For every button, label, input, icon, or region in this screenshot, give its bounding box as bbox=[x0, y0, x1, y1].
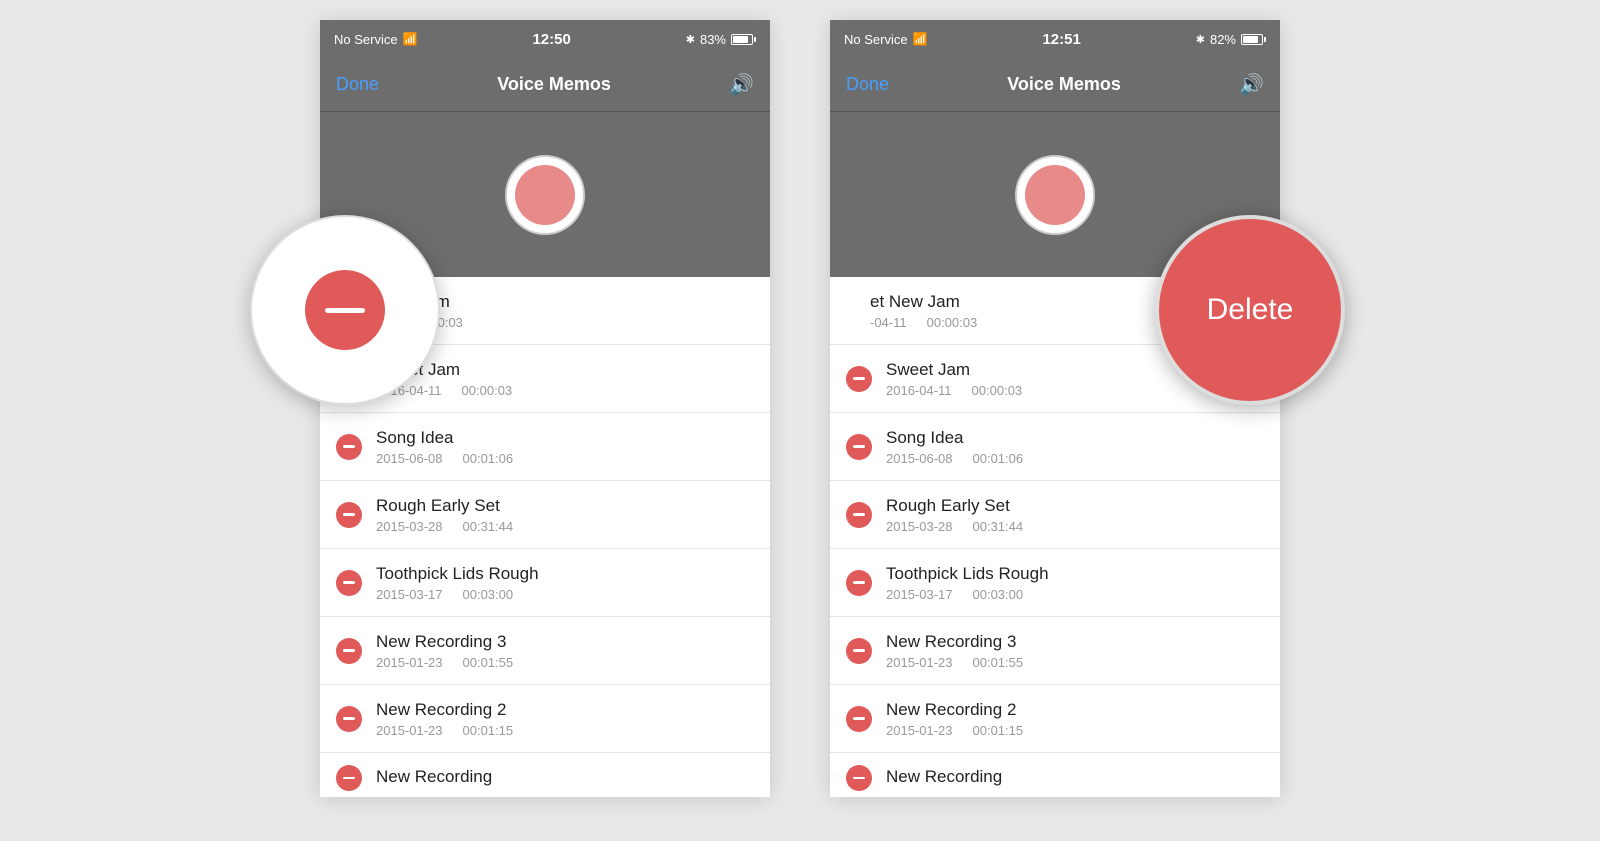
delete-overlay-right[interactable]: Delete bbox=[1155, 215, 1345, 405]
battery-pct-left: 83% bbox=[700, 32, 726, 47]
list-item[interactable]: Toothpick Lids Rough 2015-03-1700:03:00 bbox=[320, 549, 770, 617]
minus-button[interactable] bbox=[336, 570, 362, 596]
list-item[interactable]: Rough Early Set 2015-03-2800:31:44 bbox=[830, 481, 1280, 549]
status-bar-right: No Service 📶 12:51 ✱ 82% bbox=[830, 20, 1280, 58]
nav-bar-right: Done Voice Memos 🔊 bbox=[830, 58, 1280, 112]
minus-button[interactable] bbox=[846, 765, 872, 791]
battery-icon-right bbox=[1241, 34, 1266, 45]
carrier-right: No Service bbox=[844, 32, 908, 47]
minus-button[interactable] bbox=[846, 366, 872, 392]
time-right: 12:51 bbox=[1042, 31, 1080, 48]
nav-title-left: Voice Memos bbox=[497, 74, 611, 95]
record-inner-right bbox=[1025, 165, 1085, 225]
done-button-right[interactable]: Done bbox=[846, 74, 889, 95]
list-item[interactable]: Toothpick Lids Rough 2015-03-1700:03:00 bbox=[830, 549, 1280, 617]
page-wrapper: No Service 📶 12:50 ✱ 83% Done Voice Memo… bbox=[0, 0, 1600, 841]
wifi-icon-right: 📶 bbox=[913, 32, 928, 46]
nav-title-right: Voice Memos bbox=[1007, 74, 1121, 95]
left-phone: No Service 📶 12:50 ✱ 83% Done Voice Memo… bbox=[320, 20, 770, 797]
carrier-left: No Service bbox=[334, 32, 398, 47]
minus-button[interactable] bbox=[336, 765, 362, 791]
battery-pct-right: 82% bbox=[1210, 32, 1236, 47]
speaker-icon-right[interactable]: 🔊 bbox=[1239, 72, 1264, 97]
status-bar-left: No Service 📶 12:50 ✱ 83% bbox=[320, 20, 770, 58]
minus-button[interactable] bbox=[336, 434, 362, 460]
list-item-partial[interactable]: New Recording bbox=[830, 753, 1280, 797]
minus-button[interactable] bbox=[336, 502, 362, 528]
record-button-right[interactable] bbox=[1015, 155, 1095, 235]
list-item[interactable]: New Recording 2 2015-01-2300:01:15 bbox=[830, 685, 1280, 753]
minus-button[interactable] bbox=[846, 502, 872, 528]
list-item[interactable]: New Recording 2 2015-01-2300:01:15 bbox=[320, 685, 770, 753]
minus-button[interactable] bbox=[846, 434, 872, 460]
list-item[interactable]: Song Idea 2015-06-0800:01:06 bbox=[830, 413, 1280, 481]
list-item[interactable]: Rough Early Set 2015-03-2800:31:44 bbox=[320, 481, 770, 549]
bluetooth-icon-left: ✱ bbox=[686, 33, 695, 46]
list-item[interactable]: New Recording 3 2015-01-2300:01:55 bbox=[830, 617, 1280, 685]
delete-label: Delete bbox=[1207, 293, 1294, 327]
minus-button[interactable] bbox=[846, 638, 872, 664]
wifi-icon-left: 📶 bbox=[403, 32, 418, 46]
done-button-left[interactable]: Done bbox=[336, 74, 379, 95]
minus-button[interactable] bbox=[846, 706, 872, 732]
nav-bar-left: Done Voice Memos 🔊 bbox=[320, 58, 770, 112]
record-inner-left bbox=[515, 165, 575, 225]
minus-button[interactable] bbox=[846, 570, 872, 596]
minus-button[interactable] bbox=[336, 706, 362, 732]
list-item[interactable]: New Recording 3 2015-01-2300:01:55 bbox=[320, 617, 770, 685]
speaker-icon-left[interactable]: 🔊 bbox=[729, 72, 754, 97]
magnify-overlay-left bbox=[250, 215, 440, 405]
record-button-left[interactable] bbox=[505, 155, 585, 235]
bluetooth-icon-right: ✱ bbox=[1196, 33, 1205, 46]
list-item-partial[interactable]: New Recording bbox=[320, 753, 770, 797]
battery-icon-left bbox=[731, 34, 756, 45]
list-item[interactable]: Song Idea 2015-06-0800:01:06 bbox=[320, 413, 770, 481]
time-left: 12:50 bbox=[532, 31, 570, 48]
right-phone: No Service 📶 12:51 ✱ 82% Done Voice Memo… bbox=[830, 20, 1280, 797]
minus-button[interactable] bbox=[336, 638, 362, 664]
magnify-minus-icon bbox=[305, 270, 385, 350]
